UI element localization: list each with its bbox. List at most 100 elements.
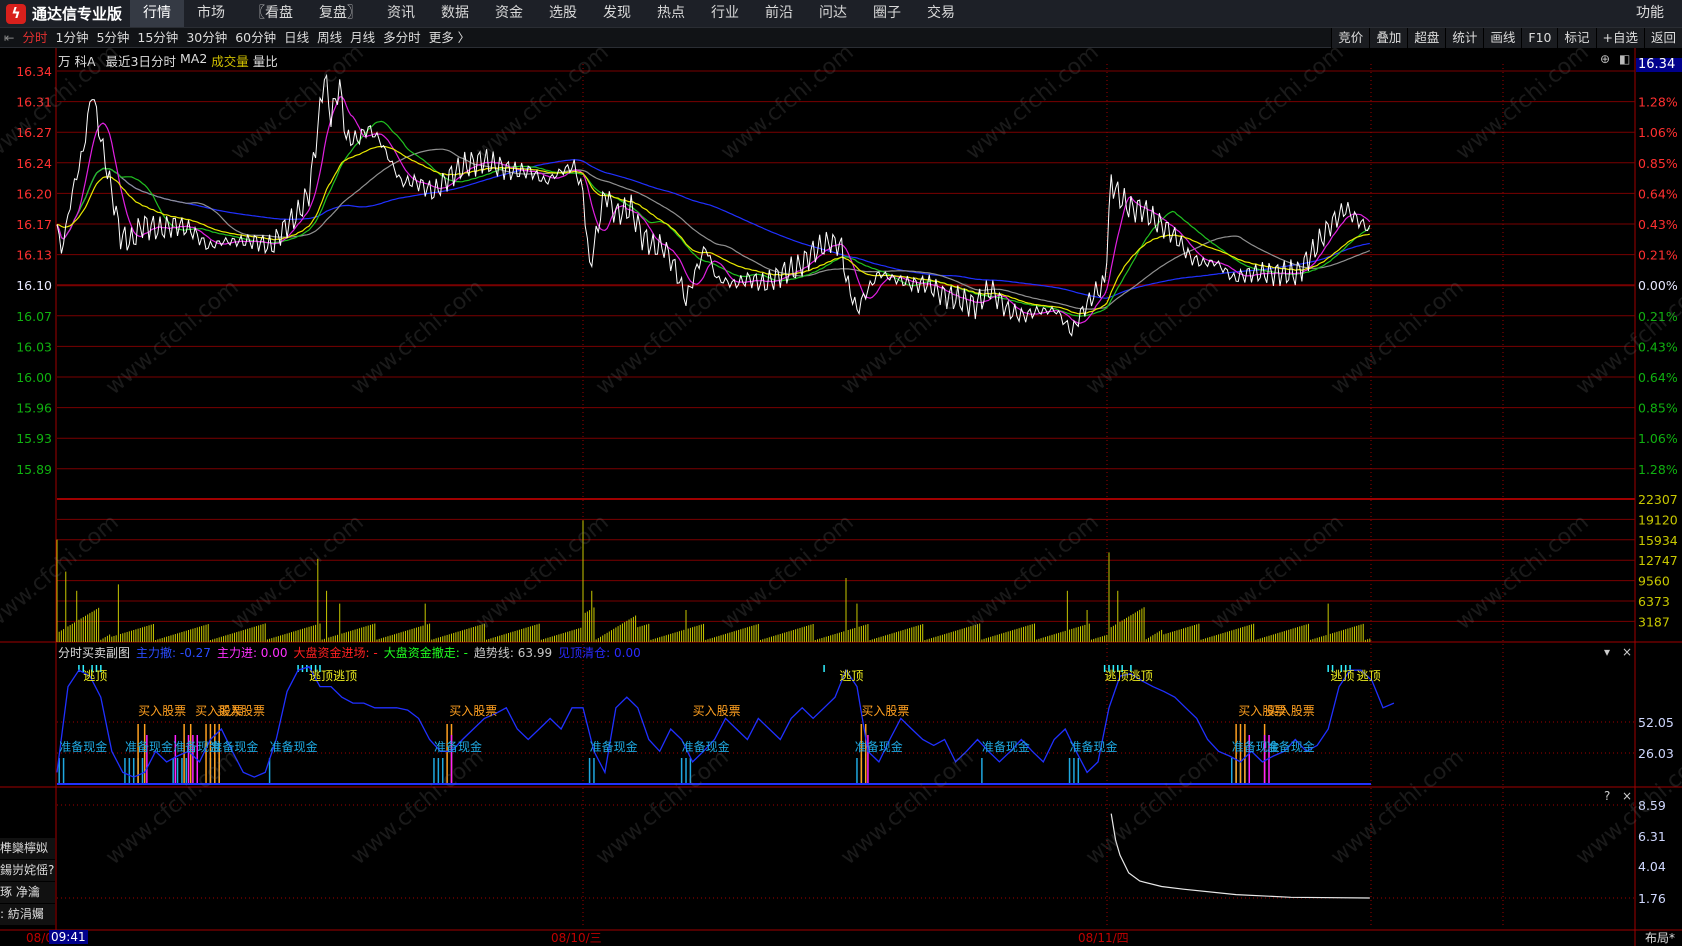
sub2-close-icon[interactable]: ×: [1622, 789, 1632, 803]
buy-signal-label: 买入股票: [861, 704, 909, 718]
buy-signal-label: 买入股票: [138, 704, 186, 718]
escape-signal-label: 逃顶: [1105, 669, 1129, 683]
indicator-value: 趋势线: 63.99: [473, 646, 553, 660]
percent-tick-label: 0.64%: [1638, 186, 1678, 201]
side-panel-item[interactable]: 琢 净瀹: [0, 882, 55, 903]
price-tick-label: 16.34: [16, 64, 52, 79]
percent-tick-label: 0.21%: [1638, 309, 1678, 324]
price-tick-label: 16.03: [16, 339, 52, 354]
sub1-header: 分时买卖副图 主力撤: -0.27 主力进: 0.00 大盘资金进场: - 大盘资金撤…: [58, 644, 641, 661]
sub2-tick-label: 6.31: [1638, 829, 1666, 844]
escape-signal-label: 逃顶: [83, 669, 107, 683]
volume-tick-label: 3187: [1638, 614, 1670, 629]
escape-signal-label: 逃顶: [309, 669, 333, 683]
percent-tick-label: 0.85%: [1638, 156, 1678, 171]
cash-signal-label: 准备现金: [855, 739, 903, 754]
sub1-tick-label: 26.03: [1638, 746, 1674, 761]
indicator-value: 主力撤: -0.27: [136, 646, 211, 660]
indicator-value: 主力进: 0.00: [216, 646, 288, 660]
price-tick-label: 16.24: [16, 156, 52, 171]
cash-signal-label: 准备现金: [682, 739, 730, 754]
sub1-close-icon[interactable]: ×: [1622, 645, 1632, 659]
cursor-time: 09:41: [49, 930, 88, 944]
chart-mode: 最近3日分时: [105, 54, 176, 69]
escape-signal-label: 逃顶: [1357, 669, 1381, 683]
side-panel-item[interactable]: 榫欒檸姒: [0, 838, 55, 859]
ma-line-magenta: [56, 96, 1371, 324]
price-tick-label: 15.93: [16, 431, 52, 446]
side-panel-item[interactable]: : 紡涓孎: [0, 904, 55, 925]
buy-signal-label: 买入股票: [1267, 704, 1315, 718]
ma-line-blue: [56, 159, 1370, 299]
price-tick-label: 16.10: [16, 278, 52, 293]
escape-signal-label: 逃顶: [333, 669, 357, 683]
cash-signal-label: 准备现金: [1070, 739, 1118, 754]
percent-tick-label: 1.06%: [1638, 125, 1678, 140]
date-label-day3: 08/11/四: [1078, 931, 1129, 945]
side-panel-item[interactable]: 鍚岃姹傜?: [0, 860, 55, 881]
price-line: [56, 73, 1371, 337]
cash-signal-label: 准备现金: [590, 739, 638, 754]
panel-toggle-icon[interactable]: ◧: [1619, 52, 1630, 66]
percent-tick-label: 1.06%: [1638, 431, 1678, 446]
sub2-tick-label: 8.59: [1638, 798, 1666, 813]
layout-button[interactable]: 布局*: [1645, 931, 1675, 945]
price-tick-label: 16.13: [16, 248, 52, 263]
cash-signal-label: 准备现金: [434, 739, 482, 754]
sub2-tick-label: 4.04: [1638, 859, 1666, 874]
escape-signal-label: 逃顶: [839, 669, 863, 683]
restore-icon[interactable]: ⊕: [1600, 52, 1610, 66]
ma-label: MA2: [179, 51, 208, 66]
side-panel: 榫欒檸姒 鍚岃姹傜? 琢 净瀹: 紡涓孎: [0, 838, 55, 926]
percent-tick-label: 0.64%: [1638, 370, 1678, 385]
sub1-menu-icon[interactable]: ▾: [1604, 645, 1610, 659]
current-price-tag: 16.34: [1636, 58, 1682, 72]
percent-tick-label: 0.43%: [1638, 339, 1678, 354]
volume-tick-label: 9560: [1638, 574, 1670, 589]
volume-tick-label: 6373: [1638, 594, 1670, 609]
percent-tick-label: 0.43%: [1638, 217, 1678, 232]
cash-signal-label: 准备现金: [270, 739, 318, 754]
price-tick-label: 15.89: [16, 462, 52, 477]
cash-signal-label: 准备现金: [982, 739, 1030, 754]
price-tick-label: 16.17: [16, 217, 52, 232]
sub2-tick-label: 1.76: [1638, 891, 1666, 906]
percent-tick-label: 0.00%: [1638, 278, 1678, 293]
date-label-day2: 08/10/三: [551, 931, 602, 945]
buy-signal-label: 买入股票: [449, 704, 497, 718]
cash-signal-label: 准备现金: [210, 739, 258, 754]
chart-canvas[interactable]: 16.34 16.31 16.27 16.24 16.20 16.17 16.13 16.10…: [0, 0, 1682, 946]
price-tick-label: 16.20: [16, 186, 52, 201]
percent-tick-label: 1.28%: [1638, 462, 1678, 477]
cash-signal-label: 准备现金: [1267, 739, 1315, 754]
price-tick-label: 16.07: [16, 309, 52, 324]
escape-signal-label: 逃顶: [1330, 669, 1354, 683]
stock-name: 万 科A: [58, 54, 96, 69]
indicator-value: 见顶清仓: 0.00: [558, 646, 641, 660]
escape-signal-label: 逃顶: [1129, 669, 1153, 683]
buy-signal-label: 买入股票: [693, 704, 741, 718]
price-tick-label: 16.00: [16, 370, 52, 385]
sub2-help-icon[interactable]: ?: [1604, 789, 1610, 803]
volume-label[interactable]: 成交量: [211, 51, 249, 70]
average-price-line: [56, 145, 1370, 315]
sub1-title[interactable]: 分时买卖副图: [58, 644, 130, 661]
percent-tick-label: 1.28%: [1638, 95, 1678, 110]
volume-tick-label: 19120: [1638, 512, 1678, 527]
price-tick-label: 16.31: [16, 95, 52, 110]
percent-tick-label: 0.85%: [1638, 401, 1678, 416]
volume-ratio-label[interactable]: 量比: [253, 51, 278, 70]
cash-signal-label: 准备现金: [125, 739, 173, 754]
buy-signal-label: 买入股票: [217, 704, 265, 718]
volume-tick-label: 15934: [1638, 533, 1678, 548]
volume-tick-label: 12747: [1638, 553, 1678, 568]
ma-line-green: [56, 120, 1371, 317]
price-tick-label: 15.96: [16, 401, 52, 416]
cash-signal-label: 准备现金: [59, 739, 107, 754]
indicator-value: 大盘资金进场: -: [293, 646, 378, 660]
percent-tick-label: 0.21%: [1638, 248, 1678, 263]
sub2-curve: [1110, 813, 1370, 899]
price-tick-label: 16.27: [16, 125, 52, 140]
chart-title-row: 万 科A 最近3日分时 MA2 成交量 量比: [58, 51, 278, 70]
sub1-tick-label: 52.05: [1638, 715, 1674, 730]
